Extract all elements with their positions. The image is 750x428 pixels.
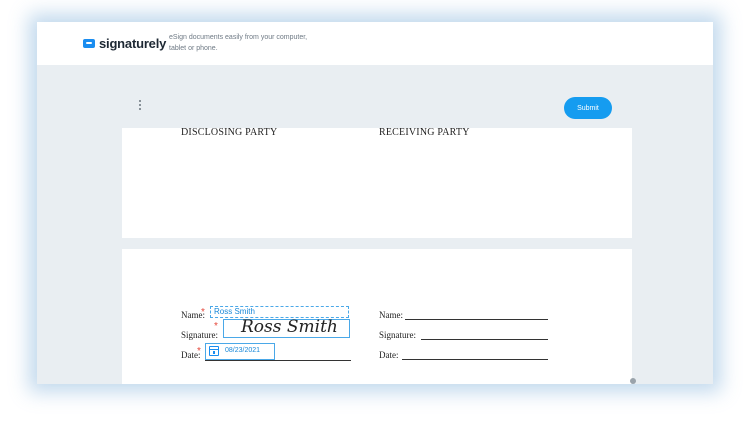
left-signature-label: Signature: [181,330,218,340]
header-bar: signaturely eSign documents easily from … [37,22,713,65]
disclosing-party-heading: DISCLOSING PARTY [181,127,278,138]
signature-field[interactable]: Ross Smith [223,317,350,338]
right-name-label: Name: [379,310,403,320]
document-panel: Submit DISCLOSING PARTY RECEIVING PARTY … [116,85,636,384]
receiving-party-heading: RECEIVING PARTY [379,127,470,138]
right-date-line [402,359,548,360]
right-signature-line [421,339,548,340]
calendar-icon [209,346,219,356]
brand-name: signaturely [99,36,167,51]
signaturely-logo-icon [83,39,95,48]
required-marker-name: * [201,307,205,318]
date-value: 08/23/2021 [225,347,261,354]
right-signature-label: Signature: [379,330,416,340]
date-field[interactable]: 08/23/2021 [205,343,275,360]
document-toolbar: Submit [116,85,636,128]
document-page-2: Name: * Ross Smith Signature: * Ross Smi… [122,249,632,384]
submit-button[interactable]: Submit [564,97,612,119]
app-window: signaturely eSign documents easily from … [37,22,713,384]
required-marker-date: * [197,346,201,357]
brand-tagline: eSign documents easily from your compute… [169,34,308,52]
date-underline [205,360,351,361]
scroll-indicator[interactable] [630,378,636,384]
signature-value: Ross Smith [241,317,338,337]
right-date-label: Date: [379,350,399,360]
kebab-menu-icon[interactable] [135,100,145,114]
document-page-1: DISCLOSING PARTY RECEIVING PARTY [122,127,632,238]
required-marker-signature: * [214,321,218,332]
right-name-line [405,319,548,320]
brand-logo[interactable]: signaturely [83,36,166,51]
